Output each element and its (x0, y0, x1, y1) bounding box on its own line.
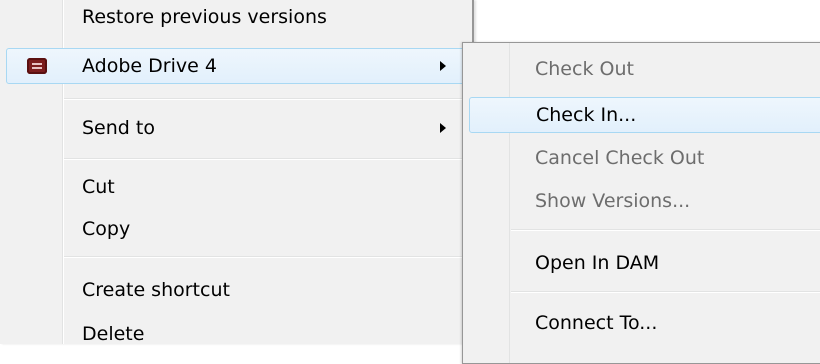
menu-item-delete[interactable]: Delete (0, 316, 470, 352)
menu-item-label: Restore previous versions (82, 6, 327, 28)
menu-item-label: Create shortcut (82, 279, 230, 301)
adobe-drive-icon (27, 58, 47, 74)
chevron-right-icon (440, 123, 446, 133)
submenu-item-label: Check Out (535, 58, 634, 80)
menu-item-label: Send to (82, 117, 155, 139)
menu-separator (64, 158, 468, 160)
menu-item-adobe-drive[interactable]: Adobe Drive 4 (6, 48, 466, 84)
submenu-item-show-versions[interactable]: Show Versions... (463, 183, 820, 219)
menu-item-cut[interactable]: Cut (0, 169, 470, 205)
submenu-item-label: Connect To... (535, 312, 658, 334)
submenu-item-cancel-check-out[interactable]: Cancel Check Out (463, 140, 820, 176)
menu-separator (64, 98, 468, 100)
submenu-item-label: Cancel Check Out (535, 147, 705, 169)
menu-item-label: Copy (82, 218, 131, 240)
menu-item-label: Cut (82, 176, 115, 198)
submenu-item-check-in[interactable]: Check In... (469, 97, 820, 133)
submenu-item-label: Show Versions... (535, 190, 691, 212)
menu-item-copy[interactable]: Copy (0, 211, 470, 247)
menu-separator (64, 256, 468, 258)
menu-item-send-to[interactable]: Send to (0, 110, 470, 146)
submenu-item-open-in-dam[interactable]: Open In DAM (463, 245, 820, 281)
submenu-item-check-out[interactable]: Check Out (463, 51, 820, 87)
submenu-separator (511, 229, 820, 231)
submenu-item-connect-to[interactable]: Connect To... (463, 305, 820, 341)
menu-item-create-shortcut[interactable]: Create shortcut (0, 272, 470, 308)
menu-item-label: Adobe Drive 4 (82, 55, 217, 77)
menu-item-restore-previous-versions[interactable]: Restore previous versions (0, 0, 470, 35)
menu-item-label: Delete (82, 323, 145, 345)
context-menu: Restore previous versions Adobe Drive 4 … (0, 0, 474, 345)
submenu-item-label: Open In DAM (535, 252, 660, 274)
submenu-separator (511, 291, 820, 293)
adobe-drive-submenu: Check Out Check In... Cancel Check Out S… (462, 42, 820, 364)
chevron-right-icon (440, 61, 446, 71)
submenu-item-label: Check In... (536, 104, 637, 126)
